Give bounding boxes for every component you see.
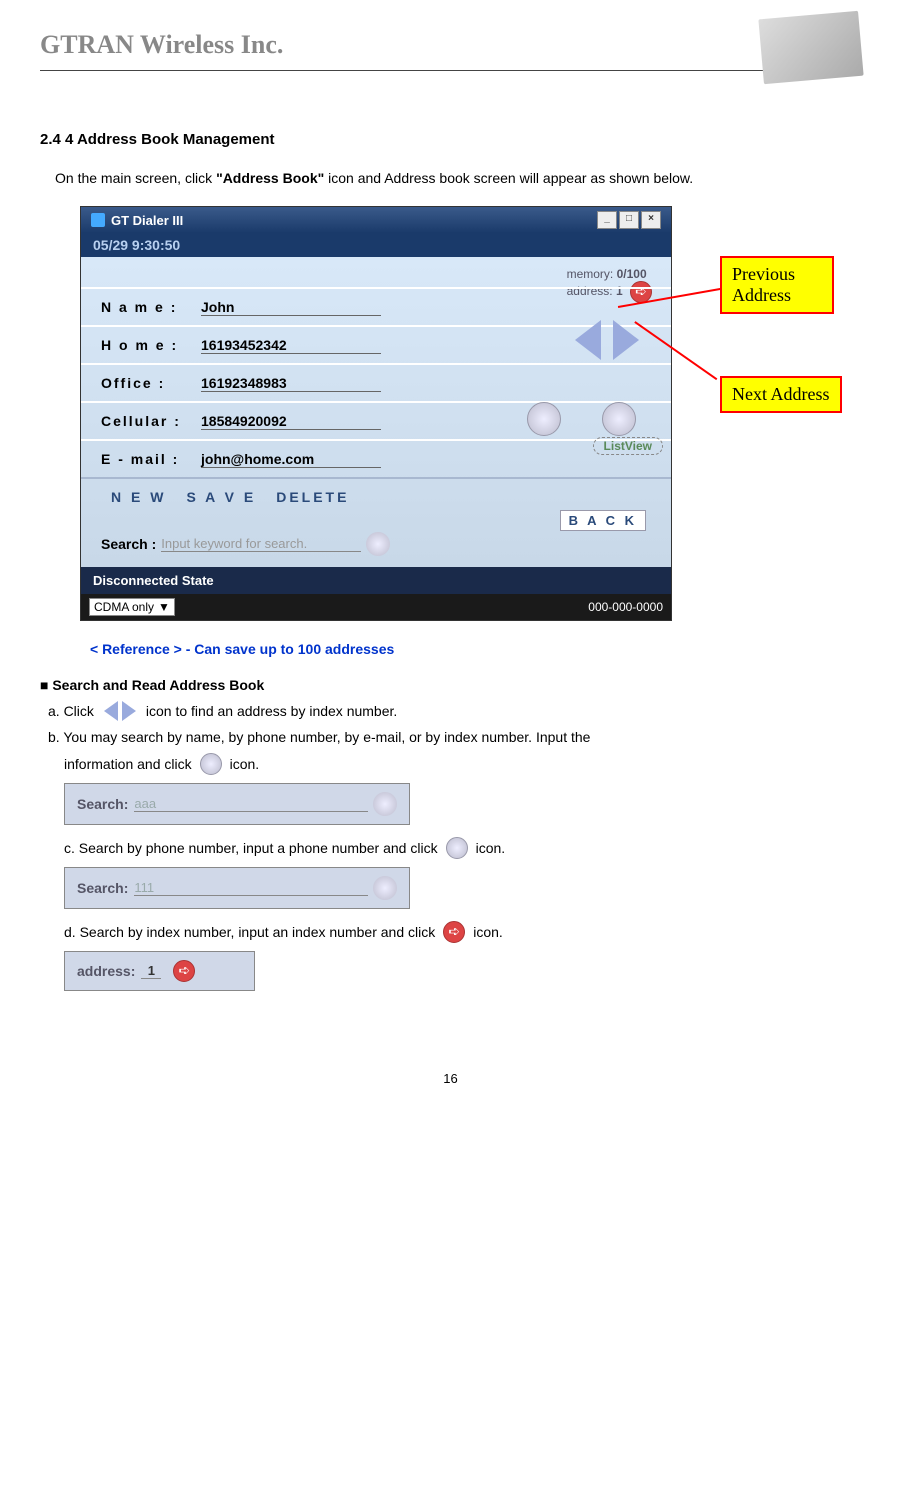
mini-search-field-2[interactable]: 111 (134, 880, 368, 896)
inline-nav-arrows-icon (104, 701, 136, 721)
inline-arrow-left-icon (104, 701, 118, 721)
new-button[interactable]: N E W (111, 489, 166, 505)
cellular-field[interactable]: 18584920092 (201, 413, 381, 430)
status-bar: Disconnected State (81, 567, 671, 594)
email-label: E - mail : (101, 451, 201, 467)
intro-paragraph: On the main screen, click "Address Book"… (55, 166, 861, 191)
listview-icon[interactable] (602, 402, 636, 436)
cellular-label: Cellular : (101, 413, 201, 429)
home-label: H o m e : (101, 337, 201, 353)
office-field[interactable]: 16192348983 (201, 375, 381, 392)
save-button[interactable]: S A V E (186, 489, 256, 505)
item-a: a. Click icon to find an address by inde… (48, 701, 861, 721)
mini-search-icon-2[interactable] (373, 876, 397, 900)
mini-search-field[interactable]: aaa (134, 796, 368, 812)
item-c: c. Search by phone number, input a phone… (64, 837, 861, 859)
close-button[interactable]: × (641, 211, 661, 229)
home-field[interactable]: 16193452342 (201, 337, 381, 354)
bottom-bar: CDMA only ▼ 000-000-0000 (81, 594, 671, 620)
titlebar-buttons: _ □ × (597, 211, 661, 229)
page-number: 16 (40, 1071, 861, 1086)
mini-address: address: 1 ➪ (64, 951, 255, 991)
item-d: d. Search by index number, input an inde… (64, 921, 861, 943)
back-button[interactable]: B A C K (560, 510, 646, 531)
mini-search-icon[interactable] (373, 792, 397, 816)
item-b-line2: information and click icon. (64, 753, 861, 775)
inline-arrow-right-icon (122, 701, 136, 721)
mini-address-field[interactable]: 1 (141, 963, 161, 979)
app-screenshot: GT Dialer III _ □ × 05/29 9:30:50 memory… (80, 206, 672, 621)
search-icon[interactable] (366, 532, 390, 556)
listview-label: ListView (593, 437, 663, 455)
inline-search-icon-2 (446, 837, 468, 859)
email-field[interactable]: john@home.com (201, 451, 381, 468)
phone-number: 000-000-0000 (588, 600, 663, 614)
minimize-button[interactable]: _ (597, 211, 617, 229)
page-header: GTRAN Wireless Inc. (40, 30, 861, 71)
button-row: N E W S A V E DELETE (81, 482, 671, 512)
search-input[interactable]: Input keyword for search. (161, 536, 361, 552)
search-section-title: ■ Search and Read Address Book (40, 677, 861, 693)
app-title: GT Dialer III (111, 213, 183, 228)
datetime-bar: 05/29 9:30:50 (81, 233, 671, 257)
app-icon (91, 213, 105, 227)
mini-search-111: Search: 111 (64, 867, 410, 909)
inline-goto-icon: ➪ (443, 921, 465, 943)
intro-post: icon and Address book screen will appear… (328, 170, 693, 186)
intro-bold: "Address Book" (216, 170, 324, 186)
next-arrow-icon[interactable] (613, 320, 639, 360)
section-heading: 2.4 4 Address Book Management (40, 131, 861, 148)
delete-button[interactable]: DELETE (276, 489, 349, 505)
inline-search-icon (200, 753, 222, 775)
maximize-button[interactable]: □ (619, 211, 639, 229)
callout-previous: Previous Address (720, 256, 834, 314)
callout-next: Next Address (720, 376, 842, 413)
item-b-line1: b. You may search by name, by phone numb… (48, 729, 861, 745)
phone-icon[interactable] (527, 402, 561, 436)
product-card-image (758, 11, 863, 84)
screenshot-container: GT Dialer III _ □ × 05/29 9:30:50 memory… (80, 206, 861, 621)
titlebar: GT Dialer III _ □ × (81, 207, 671, 233)
intro-pre: On the main screen, click (55, 170, 216, 186)
mini-search-aaa: Search: aaa (64, 783, 410, 825)
name-label: N a m e : (101, 299, 201, 315)
chevron-down-icon: ▼ (158, 600, 170, 614)
main-panel: memory: 0/100 address: 1 ➪ N a m e : Joh… (81, 257, 671, 567)
reference-note: < Reference > - Can save up to 100 addre… (90, 641, 861, 657)
search-row: Search : Input keyword for search. (101, 532, 651, 556)
office-label: Office : (101, 375, 201, 391)
previous-arrow-icon[interactable] (575, 320, 601, 360)
company-name: GTRAN Wireless Inc. (40, 30, 283, 59)
nav-arrows (571, 312, 651, 367)
mode-dropdown[interactable]: CDMA only ▼ (89, 598, 175, 616)
search-label: Search : (101, 536, 156, 552)
name-field[interactable]: John (201, 299, 381, 316)
mini-goto-icon[interactable]: ➪ (173, 960, 195, 982)
